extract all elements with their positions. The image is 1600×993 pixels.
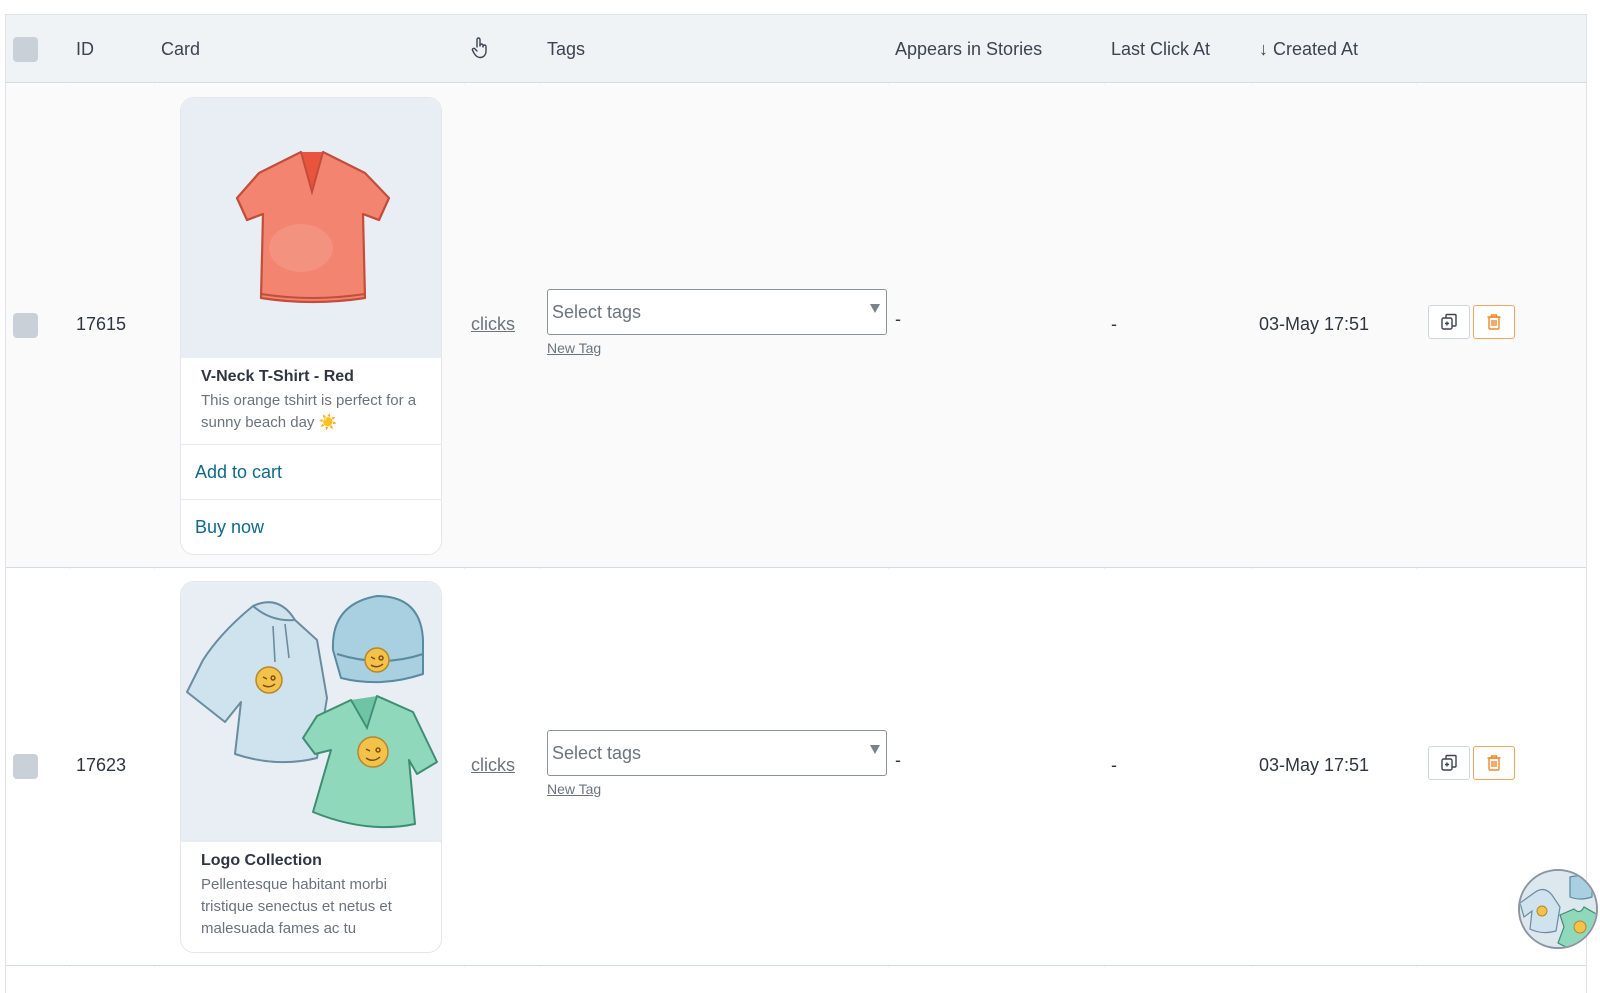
red-tshirt-illustration — [181, 98, 441, 358]
table-row: 17615 V-Neck T-Shirt - Red This orange t… — [6, 84, 1586, 568]
header-card[interactable]: Card — [161, 15, 200, 83]
tags-select[interactable]: Select tags — [547, 730, 887, 776]
avatar[interactable] — [1518, 869, 1598, 949]
trash-icon — [1487, 314, 1501, 330]
header-tags[interactable]: Tags — [547, 15, 585, 83]
chevron-down-icon — [870, 745, 880, 754]
cards-table: ID Card Tags Appears in Stories Last Cli… — [5, 14, 1587, 993]
clicks-link[interactable]: clicks — [471, 755, 515, 776]
appears-in-stories-value: - — [895, 750, 901, 770]
logo-collection-illustration — [181, 582, 441, 842]
row-checkbox[interactable] — [13, 313, 38, 338]
table-header: ID Card Tags Appears in Stories Last Cli… — [6, 15, 1586, 83]
tags-select-placeholder: Select tags — [552, 743, 642, 763]
card-title: V-Neck T-Shirt - Red — [201, 368, 354, 385]
duplicate-button[interactable] — [1428, 746, 1470, 780]
tags-select[interactable]: Select tags — [547, 289, 887, 335]
duplicate-icon — [1441, 754, 1457, 771]
delete-button[interactable] — [1473, 746, 1515, 780]
header-id[interactable]: ID — [76, 15, 94, 83]
header-appears-in-stories[interactable]: Appears in Stories — [895, 15, 1042, 83]
product-card[interactable]: V-Neck T-Shirt - Red This orange tshirt … — [180, 97, 442, 555]
row-id: 17623 — [76, 755, 127, 775]
product-card[interactable]: Logo Collection Pellentesque habitant mo… — [180, 581, 442, 953]
card-description: This orange tshirt is perfect for a sunn… — [201, 392, 417, 431]
created-at-value: 03-May 17:51 — [1259, 755, 1370, 775]
add-to-cart-button[interactable]: Add to cart — [181, 444, 441, 499]
duplicate-button[interactable] — [1428, 305, 1470, 339]
table-row: 17623 Logo Collection Pellentesque habit… — [6, 569, 1586, 966]
row-id: 17615 — [76, 314, 127, 334]
trash-icon — [1487, 755, 1501, 771]
created-at-value: 03-May 17:51 — [1259, 314, 1370, 334]
tags-select-placeholder: Select tags — [552, 302, 642, 322]
appears-in-stories-value: - — [895, 309, 901, 329]
duplicate-icon — [1441, 313, 1457, 330]
row-checkbox[interactable] — [13, 754, 38, 779]
last-click-at-value: - — [1111, 755, 1117, 775]
new-tag-link[interactable]: New Tag — [547, 340, 601, 356]
new-tag-link[interactable]: New Tag — [547, 781, 601, 797]
buy-now-button[interactable]: Buy now — [181, 499, 441, 554]
card-description: Pellentesque habitant morbi tristique se… — [201, 876, 392, 937]
pointer-hand-icon[interactable] — [471, 37, 489, 61]
clicks-link[interactable]: clicks — [471, 314, 515, 335]
header-created-at[interactable]: ↓ Created At — [1259, 15, 1358, 83]
select-all-checkbox[interactable] — [13, 37, 38, 62]
last-click-at-value: - — [1111, 314, 1117, 334]
delete-button[interactable] — [1473, 305, 1515, 339]
header-last-click-at[interactable]: Last Click At — [1111, 15, 1210, 83]
chevron-down-icon — [870, 304, 880, 313]
table-row-partial — [6, 967, 1586, 993]
card-title: Logo Collection — [201, 852, 322, 869]
